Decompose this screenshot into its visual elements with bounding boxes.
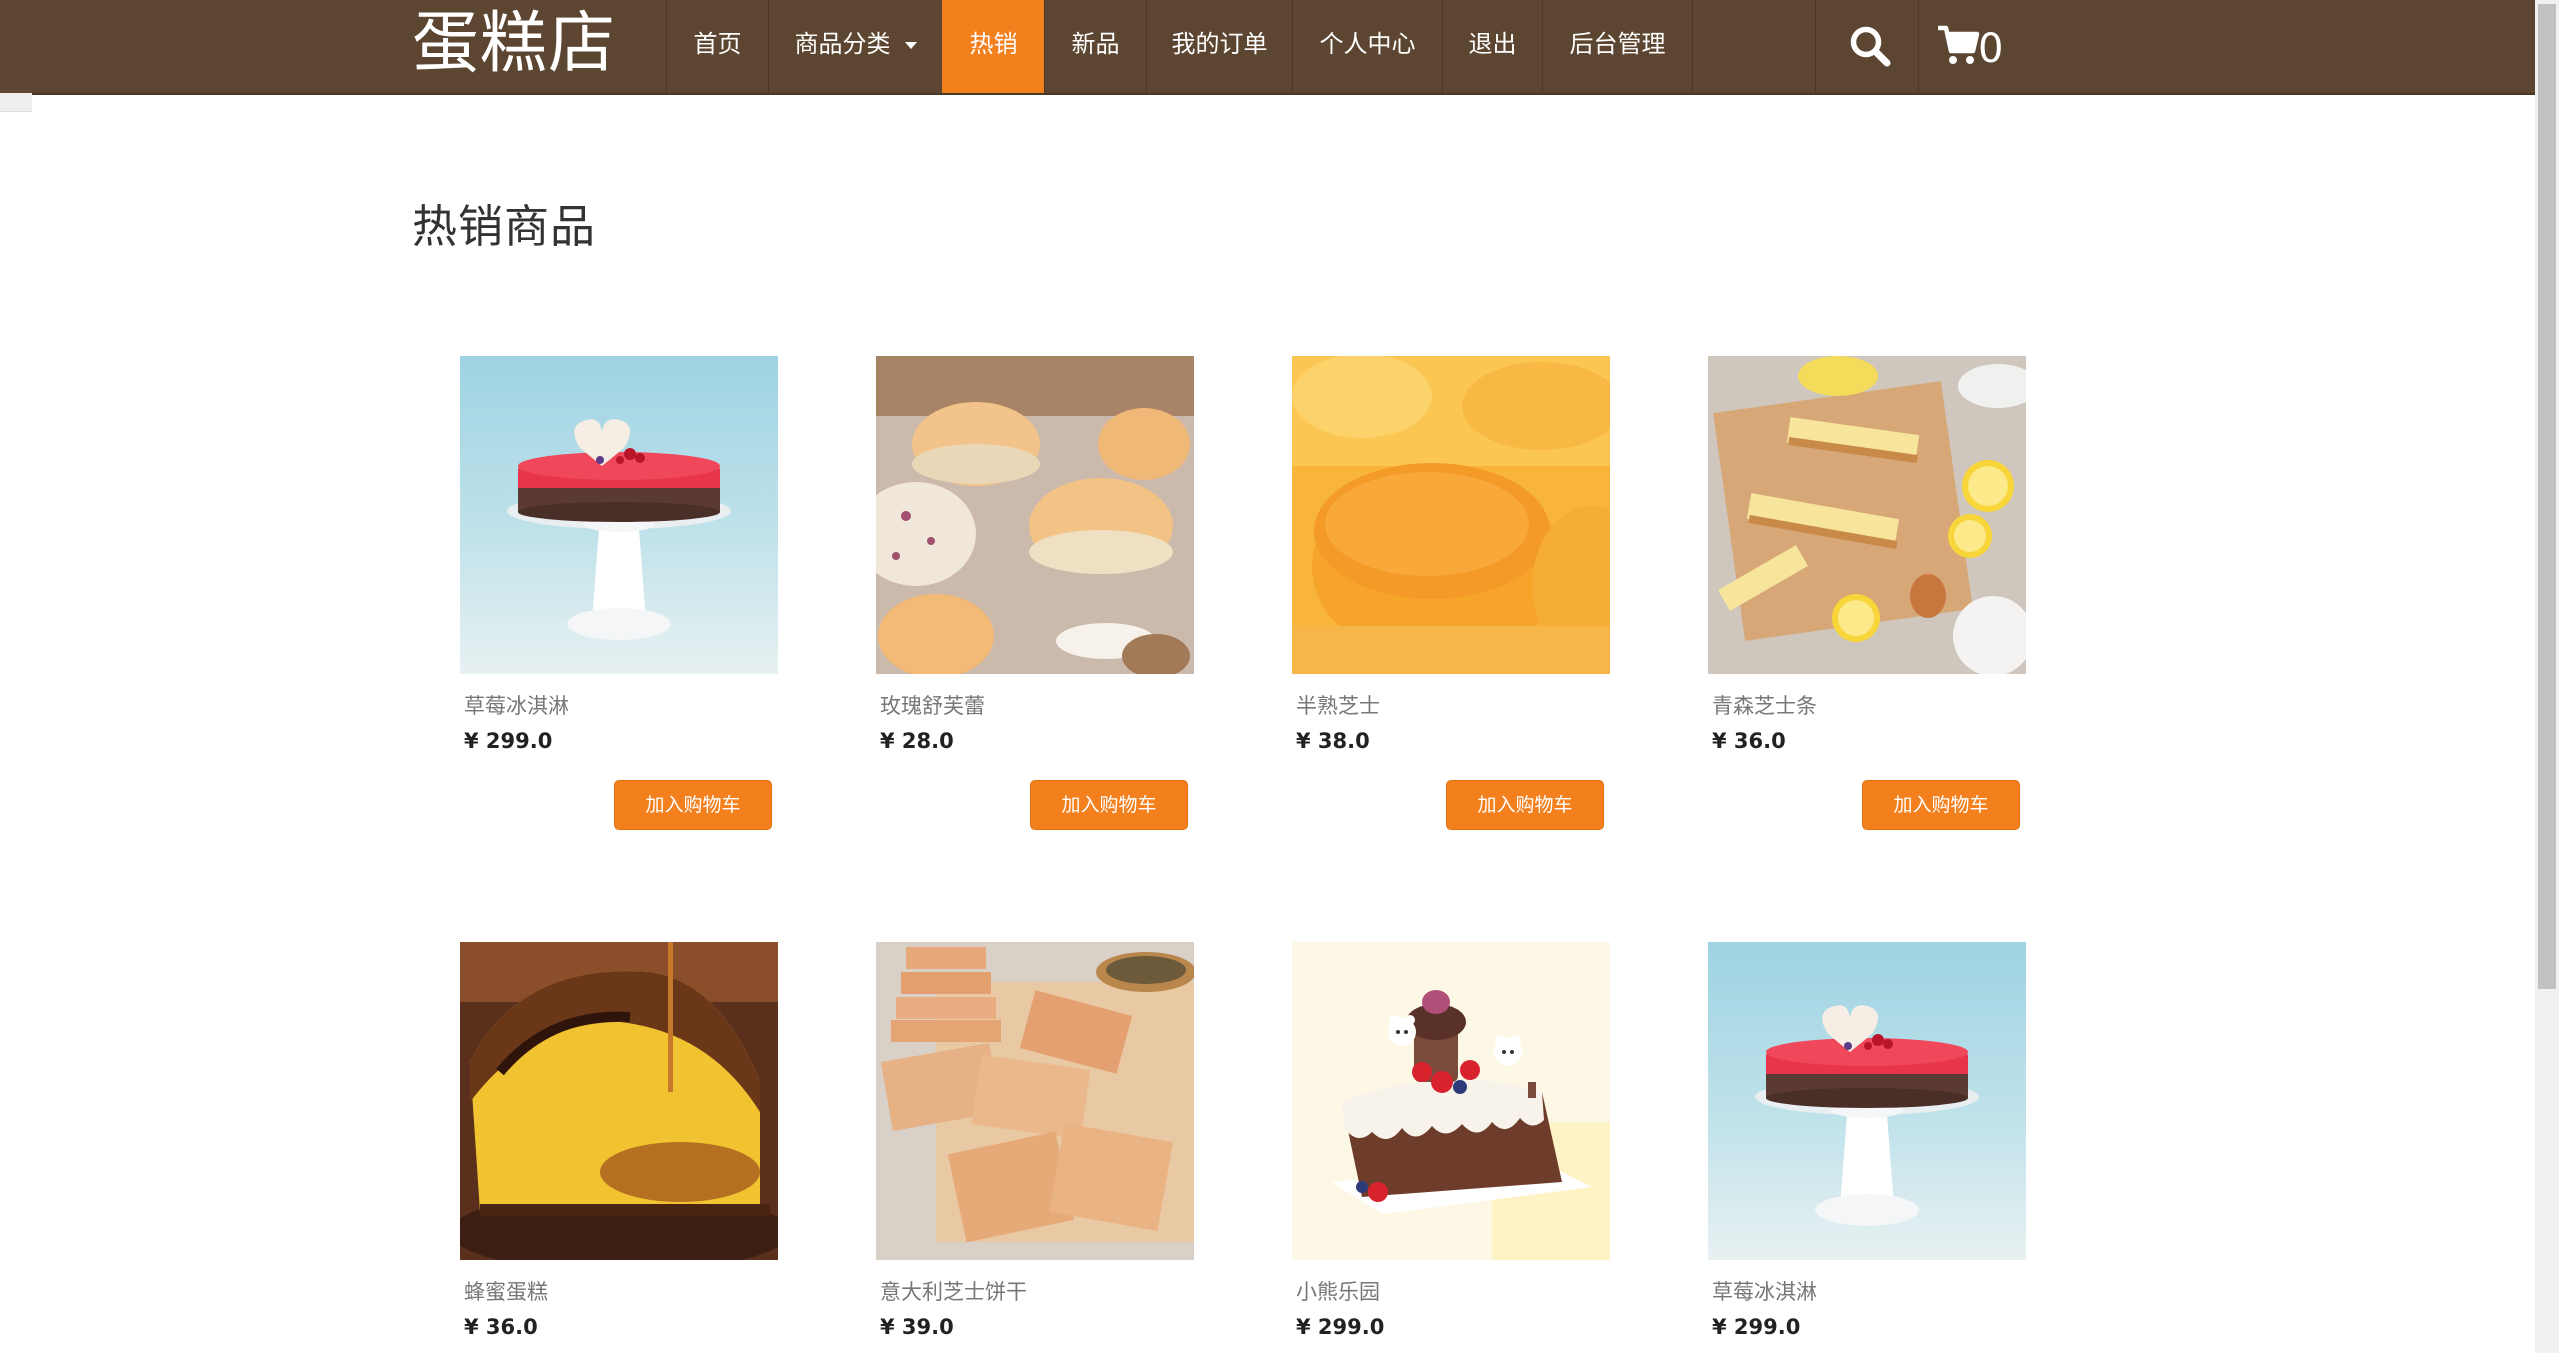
- product-name[interactable]: 玫瑰舒芙蕾: [880, 690, 985, 720]
- nav-profile[interactable]: 个人中心: [1292, 0, 1442, 93]
- product-image[interactable]: [460, 356, 778, 674]
- product-name[interactable]: 草莓冰淇淋: [464, 690, 569, 720]
- add-to-cart-button[interactable]: 加入购物车: [614, 780, 772, 830]
- nav-logout[interactable]: 退出: [1442, 0, 1542, 93]
- product-image[interactable]: [1708, 942, 2026, 1260]
- product-name[interactable]: 草莓冰淇淋: [1712, 1276, 1817, 1306]
- product-image[interactable]: [1292, 356, 1610, 674]
- nav-admin[interactable]: 后台管理: [1542, 0, 1692, 93]
- product-price: ¥ 39.0: [880, 1315, 954, 1339]
- product-price: ¥ 299.0: [464, 729, 553, 753]
- cart-count: 0: [1978, 26, 2004, 72]
- product-price: ¥ 28.0: [880, 729, 954, 753]
- product-image[interactable]: [876, 356, 1194, 674]
- nav-new[interactable]: 新品: [1044, 0, 1146, 93]
- product-name[interactable]: 意大利芝士饼干: [880, 1276, 1027, 1306]
- product-image[interactable]: [1292, 942, 1610, 1260]
- nav-my-orders[interactable]: 我的订单: [1146, 0, 1292, 93]
- product-image[interactable]: [876, 942, 1194, 1260]
- product-name[interactable]: 蜂蜜蛋糕: [464, 1276, 548, 1306]
- cart-button[interactable]: 0: [1920, 0, 2030, 93]
- product-image[interactable]: [460, 942, 778, 1260]
- nav-hot[interactable]: 热销: [942, 0, 1044, 93]
- caret-down-icon: [904, 41, 917, 49]
- product-price: ¥ 38.0: [1296, 729, 1370, 753]
- add-to-cart-button[interactable]: 加入购物车: [1862, 780, 2020, 830]
- nav-home[interactable]: 首页: [666, 0, 768, 93]
- cart-icon: [1938, 25, 1980, 64]
- scrollbar-thumb[interactable]: [2538, 4, 2556, 989]
- search-button[interactable]: [1816, 0, 1918, 93]
- brand-logo[interactable]: 蛋糕店: [412, 0, 616, 93]
- nav-categories-label: 商品分类: [794, 30, 891, 58]
- page-title: 热销商品: [412, 200, 597, 253]
- product-name[interactable]: 青森芝士条: [1712, 690, 1817, 720]
- product-name[interactable]: 小熊乐园: [1296, 1276, 1380, 1306]
- add-to-cart-button[interactable]: 加入购物车: [1446, 780, 1604, 830]
- product-price: ¥ 299.0: [1296, 1315, 1385, 1339]
- product-image[interactable]: [1708, 356, 2026, 674]
- search-icon: [1850, 26, 1891, 67]
- product-price: ¥ 299.0: [1712, 1315, 1801, 1339]
- nav-divider: [1918, 0, 1919, 93]
- product-name[interactable]: 半熟芝士: [1296, 690, 1380, 720]
- add-to-cart-button[interactable]: 加入购物车: [1030, 780, 1188, 830]
- corner-tab: [0, 93, 32, 112]
- navbar: 蛋糕店 首页 商品分类 热销 新品 我的订单 个人中心 退出 后台管理 0: [0, 0, 2535, 95]
- nav-categories[interactable]: 商品分类: [768, 0, 942, 93]
- product-price: ¥ 36.0: [464, 1315, 538, 1339]
- nav-divider: [1692, 0, 1693, 93]
- product-price: ¥ 36.0: [1712, 729, 1786, 753]
